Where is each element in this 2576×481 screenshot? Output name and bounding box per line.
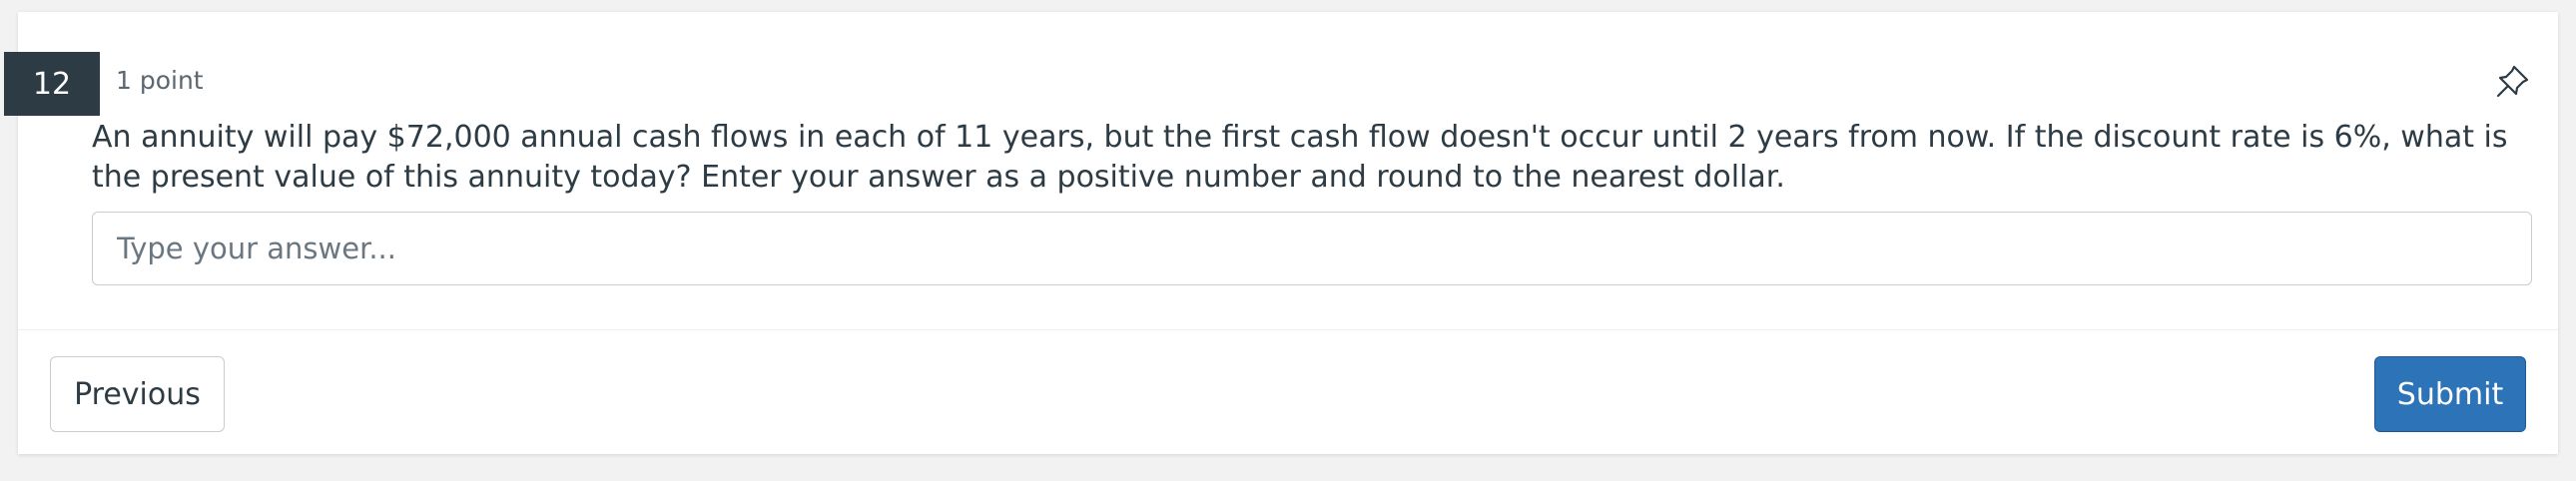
- question-card: 12 1 point An annuity will pay $72,000 a…: [4, 12, 2558, 454]
- question-number-badge: 12: [4, 52, 100, 116]
- answer-input[interactable]: [92, 212, 2532, 285]
- question-text: An annuity will pay $72,000 annual cash …: [92, 120, 2508, 195]
- previous-button[interactable]: Previous: [50, 356, 225, 432]
- question-points: 1 point: [116, 66, 204, 95]
- pin-icon[interactable]: [2492, 62, 2532, 102]
- footer-divider: [18, 329, 2558, 330]
- submit-button[interactable]: Submit: [2374, 356, 2526, 432]
